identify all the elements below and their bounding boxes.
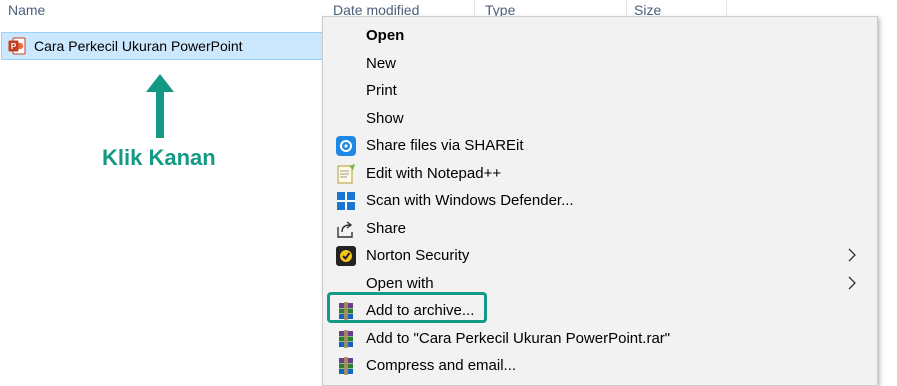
file-name[interactable]: Cara Perkecil Ukuran PowerPoint [34,37,243,55]
menu-item-add-to-rar[interactable]: Add to "Cara Perkecil Ukuran PowerPoint.… [323,325,877,352]
context-menu: Open New Print Show Share files via SHAR… [322,16,878,386]
shareit-icon [336,136,356,156]
winrar-icon [339,330,353,348]
menu-item-compress-and-email[interactable]: Compress and email... [323,352,877,379]
chevron-right-icon [848,248,856,262]
share-icon [337,221,353,238]
menu-item-label: Share files via SHAREit [366,137,524,154]
menu-item-label: Open with [366,275,434,292]
svg-text:P: P [11,42,17,51]
menu-item-label: Open [366,27,405,44]
menu-item-label: Show [366,110,404,127]
menu-item-label: New [366,55,397,72]
arrow-up-icon [146,74,174,138]
column-header-name[interactable]: Name [8,0,45,24]
menu-item-shareit[interactable]: Share files via SHAREit [323,132,877,159]
menu-item-label: Print [366,82,397,99]
menu-item-label: Add to "Cara Perkecil Ukuran PowerPoint.… [366,330,671,347]
menu-item-windows-defender[interactable]: Scan with Windows Defender... [323,187,877,214]
menu-item-label: Edit with Notepad++ [366,165,502,182]
menu-item-new[interactable]: New [323,50,877,77]
windows-defender-icon [337,192,355,210]
file-row-selected[interactable]: P Cara Perkecil Ukuran PowerPoint [1,32,331,60]
menu-item-label: Scan with Windows Defender... [366,192,574,209]
menu-item-label: Norton Security [366,247,470,264]
menu-item-label: Share [366,220,407,237]
annotation-label: Klik Kanan [102,145,216,170]
notepad-plus-plus-icon [337,164,355,184]
winrar-icon [339,357,353,375]
norton-icon [336,246,356,266]
menu-item-norton-security[interactable]: Norton Security [323,242,877,269]
menu-item-show[interactable]: Show [323,105,877,132]
menu-item-share[interactable]: Share [323,215,877,242]
menu-item-notepad-plus-plus[interactable]: Edit with Notepad++ [323,160,877,187]
menu-item-open[interactable]: Open [323,22,877,49]
powerpoint-file-icon: P [8,37,26,55]
menu-item-label: Compress and email... [366,357,517,374]
highlight-box [327,292,487,323]
menu-item-print[interactable]: Print [323,77,877,104]
chevron-right-icon [848,276,856,290]
